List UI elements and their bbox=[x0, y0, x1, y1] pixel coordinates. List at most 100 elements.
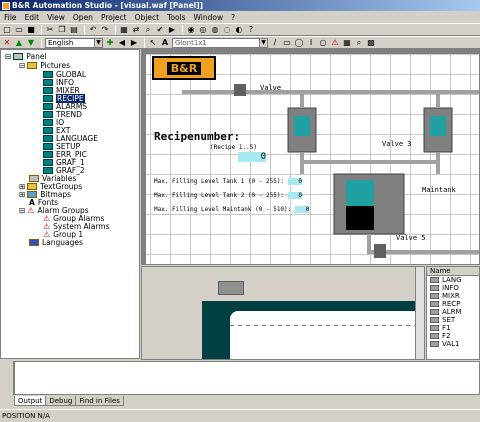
window-title: B&R Automation Studio - [visual.waf [Pan… bbox=[12, 1, 204, 10]
list-item-label: SET bbox=[442, 316, 456, 324]
name-column-header[interactable]: Name bbox=[427, 267, 479, 276]
online-icon[interactable]: ◉ bbox=[186, 25, 196, 35]
text-tool-icon[interactable]: A bbox=[160, 38, 170, 48]
trace-icon[interactable]: ◐ bbox=[234, 25, 244, 35]
run-icon[interactable]: ▶ bbox=[167, 25, 177, 35]
picture-icon bbox=[43, 70, 53, 78]
bitmap-tool-icon[interactable]: ▦ bbox=[342, 38, 352, 48]
find-icon[interactable]: ⌕ bbox=[143, 25, 153, 35]
list-item[interactable]: ALRM bbox=[427, 308, 479, 316]
menu-open[interactable]: Open bbox=[73, 13, 93, 22]
bitmap-preview bbox=[141, 266, 425, 360]
list-item-label: ALRM bbox=[442, 308, 462, 316]
menu-window[interactable]: Window bbox=[194, 13, 224, 22]
arrow-right-icon[interactable]: ▶ bbox=[129, 38, 139, 48]
list-item-label: F1 bbox=[442, 324, 451, 332]
arrow-left-icon[interactable]: ◀ bbox=[117, 38, 127, 48]
list-item[interactable]: LANG bbox=[427, 276, 479, 284]
ellipse-tool-icon[interactable]: ◯ bbox=[294, 38, 304, 48]
monitor-icon[interactable]: ◎ bbox=[198, 25, 208, 35]
redo-icon[interactable]: ↷ bbox=[100, 25, 110, 35]
build-icon[interactable]: ▦ bbox=[119, 25, 129, 35]
picture-icon bbox=[43, 126, 53, 134]
move-up-icon[interactable]: ▲ bbox=[14, 38, 24, 48]
font-select[interactable]: Glont1x1 ▼ bbox=[172, 37, 268, 48]
list-item[interactable]: F2 bbox=[427, 332, 479, 340]
grid-icon[interactable]: ▩ bbox=[366, 38, 376, 48]
bar-tool-icon[interactable]: I bbox=[306, 38, 316, 48]
line-tool-icon[interactable]: / bbox=[270, 38, 280, 48]
collapse-icon[interactable]: ⊟ bbox=[5, 52, 11, 61]
picture-icon bbox=[43, 86, 53, 94]
collapse-icon[interactable]: ⊟ bbox=[19, 61, 25, 70]
chevron-down-icon[interactable]: ▼ bbox=[259, 38, 267, 47]
help-icon[interactable]: ? bbox=[246, 25, 256, 35]
watch-icon[interactable]: ◌ bbox=[222, 25, 232, 35]
menu-object[interactable]: Object bbox=[135, 13, 159, 22]
move-down-icon[interactable]: ▼ bbox=[26, 38, 36, 48]
list-item[interactable]: F1 bbox=[427, 324, 479, 332]
list-item-label: LANG bbox=[442, 276, 462, 284]
picture-icon bbox=[43, 150, 53, 158]
valve5-label: Valve 5 bbox=[396, 234, 426, 242]
undo-icon[interactable]: ↶ bbox=[88, 25, 98, 35]
open-icon[interactable]: ▭ bbox=[14, 25, 24, 35]
preview-panel bbox=[202, 301, 424, 359]
tab-debug[interactable]: Debug bbox=[45, 396, 77, 406]
list-item-label: F2 bbox=[442, 332, 451, 340]
check-icon[interactable]: ✔ bbox=[155, 25, 165, 35]
save-icon[interactable]: ■ bbox=[26, 25, 36, 35]
tree-item-languages[interactable]: Languages bbox=[29, 238, 83, 247]
debug-icon[interactable]: ◍ bbox=[210, 25, 220, 35]
circle-tool-icon[interactable]: ○ bbox=[318, 38, 328, 48]
list-item[interactable]: VAL1 bbox=[427, 340, 479, 348]
list-item[interactable]: SET bbox=[427, 316, 479, 324]
picture-icon bbox=[43, 142, 53, 150]
language-select[interactable]: English ▼ bbox=[45, 37, 103, 48]
new-icon[interactable]: ▢ bbox=[2, 25, 12, 35]
tree-item-pictures[interactable]: ⊟ Pictures bbox=[19, 61, 70, 70]
tab-find-in-files[interactable]: Find in Files bbox=[75, 396, 124, 406]
output-gripper[interactable] bbox=[0, 361, 14, 395]
add-icon[interactable]: ✚ bbox=[105, 38, 115, 48]
zoom-icon[interactable]: ⌕ bbox=[354, 38, 364, 48]
menu-edit[interactable]: Edit bbox=[25, 13, 40, 22]
menu-file[interactable]: File bbox=[4, 13, 17, 22]
languages-icon bbox=[29, 238, 39, 246]
transfer-icon[interactable]: ⇄ bbox=[131, 25, 141, 35]
collapse-icon[interactable]: ⊟ bbox=[19, 206, 25, 215]
picture-editor[interactable]: B&R Valve Recipenumber: (Recipe 1..5) 0 … bbox=[141, 49, 480, 265]
list-item[interactable]: RECP bbox=[427, 300, 479, 308]
menu-project[interactable]: Project bbox=[101, 13, 127, 22]
list-item[interactable]: INFO bbox=[427, 284, 479, 292]
menu-view[interactable]: View bbox=[47, 13, 65, 22]
list-item-label: RECP bbox=[442, 300, 461, 308]
alarm-tool-icon[interactable]: ⚠ bbox=[330, 38, 340, 48]
copy-icon[interactable]: ❐ bbox=[57, 25, 67, 35]
picture-icon bbox=[43, 110, 53, 118]
app-icon bbox=[2, 1, 10, 10]
expand-icon[interactable]: ⊞ bbox=[19, 190, 25, 199]
chevron-down-icon[interactable]: ▼ bbox=[94, 38, 102, 47]
menu-help[interactable]: ? bbox=[231, 13, 235, 22]
rect-tool-icon[interactable]: ▭ bbox=[282, 38, 292, 48]
delete-icon[interactable]: ✕ bbox=[2, 38, 12, 48]
cut-icon[interactable]: ✂ bbox=[45, 25, 55, 35]
tab-output[interactable]: Output bbox=[14, 396, 47, 406]
preview-scrollbar[interactable] bbox=[415, 267, 424, 359]
list-item[interactable]: MIXR bbox=[427, 292, 479, 300]
level-field[interactable]: 0 bbox=[288, 178, 303, 185]
picture-icon bbox=[43, 102, 53, 110]
menu-tools[interactable]: Tools bbox=[167, 13, 185, 22]
valve3-label: Valve 3 bbox=[382, 140, 412, 148]
recipe-number-field[interactable]: 0 bbox=[238, 152, 266, 162]
level-label: Max. Filling Level Tank 2 (0 - 255): bbox=[154, 192, 285, 199]
pointer-icon[interactable]: ↖ bbox=[148, 38, 158, 48]
textgroups-icon bbox=[27, 182, 38, 190]
paste-icon[interactable]: ▤ bbox=[69, 25, 79, 35]
level-field[interactable]: 0 bbox=[288, 192, 303, 199]
level-field[interactable]: 0 bbox=[295, 206, 310, 213]
tree-item-panel[interactable]: ⊟ Panel bbox=[5, 52, 47, 61]
level-line-2: Max. Filling Level Tank 2 (0 - 255): 0 bbox=[154, 192, 303, 199]
output-window[interactable] bbox=[14, 361, 480, 395]
